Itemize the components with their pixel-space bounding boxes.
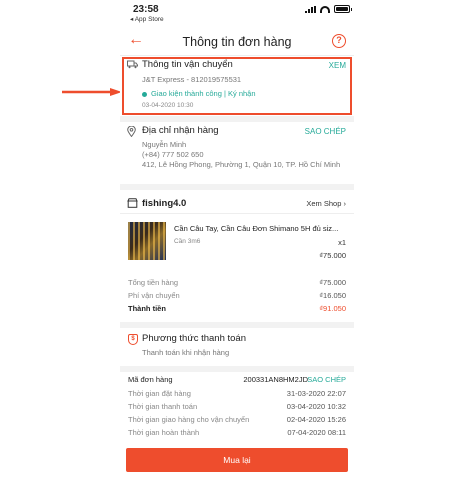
buy-again-button[interactable]: Mua lại bbox=[126, 448, 348, 472]
order-code-label: Mã đơn hàng bbox=[128, 375, 173, 384]
status-time: 23:58 bbox=[133, 4, 159, 15]
handover-time-label: Thời gian giao hàng cho vận chuyển bbox=[128, 415, 250, 424]
delivery-status: Giao kiện thành công | Ký nhận bbox=[142, 89, 256, 98]
shipping-fee-value: ₫16.050 bbox=[319, 291, 346, 300]
completion-time-label: Thời gian hoàn thành bbox=[128, 428, 200, 437]
order-time-label: Thời gian đặt hàng bbox=[128, 389, 191, 398]
view-shop-link[interactable]: Xem Shop › bbox=[306, 199, 346, 208]
help-icon[interactable]: ? bbox=[332, 34, 346, 48]
totals-section: Tổng tiền hàng ₫75.000 Phí vận chuyển ₫1… bbox=[120, 276, 354, 322]
copy-order-code-link[interactable]: SAO CHÉP bbox=[307, 375, 346, 384]
payment-shield-icon: $ bbox=[128, 334, 138, 345]
payment-time-value: 03-04-2020 10:32 bbox=[286, 402, 346, 411]
page-title: Thông tin đơn hàng bbox=[182, 35, 292, 49]
divider bbox=[120, 213, 354, 214]
grand-total-value: ₫91.050 bbox=[319, 304, 346, 313]
status-bar: 23:58 ◂ App Store bbox=[120, 0, 354, 26]
shipping-title: Thông tin vận chuyển bbox=[142, 59, 233, 70]
signal-icon bbox=[305, 5, 316, 13]
chevron-right-icon: › bbox=[343, 199, 347, 208]
battery-icon bbox=[334, 5, 352, 13]
delivery-timestamp: 03-04-2020 10:30 bbox=[142, 102, 194, 109]
recipient-phone: (+84) 777 502 650 bbox=[142, 150, 204, 159]
back-to-app-store[interactable]: ◂ App Store bbox=[130, 15, 164, 23]
handover-time-value: 02-04-2020 15:26 bbox=[286, 415, 346, 424]
completion-time-value: 07-04-2020 08:11 bbox=[287, 428, 346, 437]
phone-screen: 23:58 ◂ App Store ← Thông tin đơn hàng ?… bbox=[120, 0, 354, 496]
shipping-fee-label: Phí vận chuyển bbox=[128, 291, 180, 300]
order-info-section: Mã đơn hàng 200331AN8HM2JD SAO CHÉP Thời… bbox=[120, 372, 354, 444]
recipient-name: Nguyễn Minh bbox=[142, 140, 187, 149]
order-time-value: 31-03-2020 22:07 bbox=[286, 389, 346, 398]
payment-time-label: Thời gian thanh toán bbox=[128, 402, 198, 411]
status-dot-icon bbox=[142, 91, 147, 97]
product-variant: Cần 3m6 bbox=[174, 238, 201, 245]
address-section: Địa chỉ nhận hàng SAO CHÉP Nguyễn Minh (… bbox=[120, 122, 354, 184]
items-total-label: Tổng tiền hàng bbox=[128, 278, 179, 287]
items-total-value: ₫75.000 bbox=[319, 278, 346, 287]
section-divider bbox=[120, 322, 354, 328]
location-pin-icon bbox=[127, 125, 136, 139]
recipient-address: 412, Lê Hồng Phong, Phường 1, Quận 10, T… bbox=[142, 160, 341, 169]
shop-name: fishing4.0 bbox=[142, 198, 187, 209]
address-title: Địa chỉ nhận hàng bbox=[142, 125, 219, 136]
product-name[interactable]: Cần Câu Tay, Cần Câu Đơn Shimano 5H đủ s… bbox=[174, 224, 349, 233]
product-price: ₫75.000 bbox=[319, 251, 346, 260]
grand-total-label: Thành tiền bbox=[128, 304, 166, 313]
payment-title: Phương thức thanh toán bbox=[142, 333, 246, 344]
payment-method: Thanh toán khi nhận hàng bbox=[142, 348, 230, 357]
payment-section: $ Phương thức thanh toán Thanh toán khi … bbox=[120, 330, 354, 366]
view-shop-label: Xem Shop bbox=[306, 199, 342, 208]
carrier-tracking: J&T Express - 812019575531 bbox=[142, 75, 242, 84]
wifi-icon bbox=[320, 5, 330, 13]
product-qty: x1 bbox=[338, 238, 346, 247]
shipping-info-section[interactable]: Thông tin vận chuyển XEM J&T Express - 8… bbox=[120, 56, 354, 116]
status-icons bbox=[305, 5, 352, 13]
shop-section: fishing4.0 Xem Shop › Cần Câu Tay, Cần C… bbox=[120, 190, 354, 270]
copy-address-link[interactable]: SAO CHÉP bbox=[305, 127, 346, 136]
product-thumbnail[interactable] bbox=[128, 222, 166, 260]
annotation-arrow bbox=[62, 88, 122, 96]
truck-icon bbox=[127, 60, 138, 71]
delivery-status-text: Giao kiện thành công | Ký nhận bbox=[151, 89, 256, 98]
view-shipping-link[interactable]: XEM bbox=[329, 61, 346, 70]
order-code-value: 200331AN8HM2JD bbox=[243, 375, 308, 384]
nav-bar: ← Thông tin đơn hàng ? bbox=[120, 26, 354, 56]
shop-icon bbox=[127, 198, 138, 210]
